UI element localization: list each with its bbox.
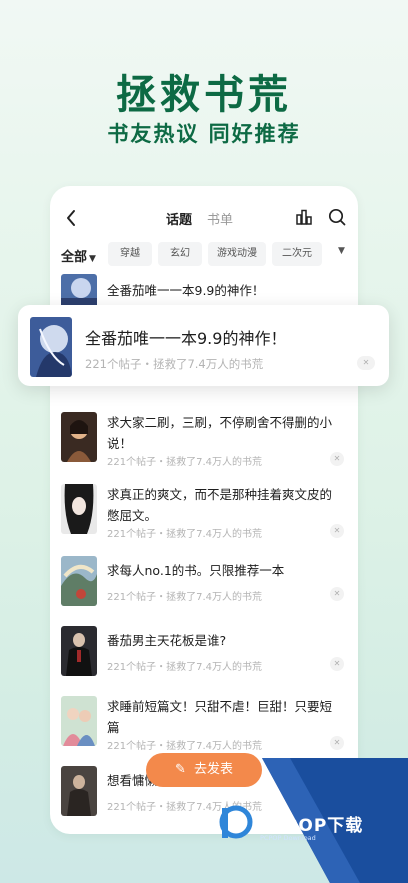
book-cover xyxy=(30,317,72,377)
tab-booklists[interactable]: 书单 xyxy=(207,209,233,228)
topic-item[interactable]: 求睡前短篇文！只甜不虐！巨甜！只要短篇 221个帖子・拯救了7.4万人的书荒 ✕ xyxy=(50,694,358,756)
chip-game-anime[interactable]: 游戏动漫 xyxy=(208,242,266,266)
chevron-down-icon: ▼ xyxy=(89,254,96,264)
topic-item[interactable]: 番茄男主天花板是谁? 221个帖子・拯救了7.4万人的书荒 ✕ xyxy=(50,624,358,686)
topic-meta: 221个帖子・拯救了7.4万人的书荒 xyxy=(107,662,262,673)
close-icon[interactable]: ✕ xyxy=(330,587,344,601)
top-bar: 话题 书单 xyxy=(50,186,358,248)
watermark-tagline: PCPOP Download xyxy=(260,834,316,842)
ranking-icon[interactable] xyxy=(296,209,312,225)
topic-title: 全番茄唯一一本9.9的神作！ xyxy=(107,283,265,298)
close-icon[interactable]: ✕ xyxy=(330,452,344,466)
featured-topic-meta: 221个帖子・拯救了7.4万人的书荒 xyxy=(85,357,264,371)
topic-meta: 221个帖子・拯救了7.4万人的书荒 xyxy=(107,529,262,540)
topic-title: 求每人no.1的书。只限推荐一本 xyxy=(107,563,285,578)
category-filter: 全部 ▼ 穿越 玄幻 游戏动漫 二次元 ▼ xyxy=(50,242,358,270)
chip-xuanhuan[interactable]: 玄幻 xyxy=(158,242,202,266)
close-icon[interactable]: ✕ xyxy=(330,657,344,671)
close-icon[interactable]: ✕ xyxy=(330,797,344,811)
back-arrow-icon[interactable] xyxy=(64,208,78,228)
filter-all-dropdown[interactable]: 全部 ▼ xyxy=(61,246,96,265)
pen-icon: ✎ xyxy=(175,762,186,777)
book-cover xyxy=(61,556,97,606)
featured-topic-title: 全番茄唯一一本9.9的神作！ xyxy=(85,329,287,348)
book-cover xyxy=(61,766,97,816)
chip-chuanyue[interactable]: 穿越 xyxy=(108,242,152,266)
featured-topic-card[interactable]: 全番茄唯一一本9.9的神作！ 221个帖子・拯救了7.4万人的书荒 ✕ xyxy=(18,305,389,386)
book-cover xyxy=(61,626,97,676)
book-cover xyxy=(61,696,97,746)
topic-item[interactable]: 求每人no.1的书。只限推荐一本 221个帖子・拯救了7.4万人的书荒 ✕ xyxy=(50,554,358,616)
close-icon[interactable]: ✕ xyxy=(357,356,375,370)
topic-meta: 221个帖子・拯救了7.4万人的书荒 xyxy=(107,592,262,603)
close-icon[interactable]: ✕ xyxy=(330,736,344,750)
book-cover xyxy=(61,484,97,534)
topic-meta: 221个帖子・拯救了7.4万人的书荒 xyxy=(107,802,262,813)
book-cover xyxy=(61,412,97,462)
search-icon[interactable] xyxy=(328,208,346,226)
topic-meta: 221个帖子・拯救了7.4万人的书荒 xyxy=(107,741,262,752)
topic-title: 求大家二刷，三刷，不停刷舍不得删的小说！ xyxy=(107,415,333,451)
post-button-label: 去发表 xyxy=(193,762,233,777)
topic-panel: 话题 书单 全部 ▼ 穿越 玄幻 游戏动漫 二次元 ▼ 全番茄唯一一本9.9的神作… xyxy=(50,186,358,834)
filter-all-label: 全部 xyxy=(61,250,88,265)
post-button[interactable]: ✎ 去发表 xyxy=(146,753,262,787)
close-icon[interactable]: ✕ xyxy=(330,524,344,538)
tab-topics[interactable]: 话题 xyxy=(166,209,192,228)
topic-title: 番茄男主天花板是谁? xyxy=(107,633,227,648)
topic-meta: 221个帖子・拯救了7.4万人的书荒 xyxy=(107,457,262,468)
more-categories-icon[interactable]: ▼ xyxy=(338,246,345,256)
topic-item[interactable]: 求真正的爽文，而不是那种挂着爽文皮的憋屈文。 221个帖子・拯救了7.4万人的书… xyxy=(50,482,358,544)
watermark-brand: PCPOP下载 xyxy=(258,816,364,836)
topic-title: 求睡前短篇文！只甜不虐！巨甜！只要短篇 xyxy=(107,699,333,735)
topic-item[interactable]: 求大家二刷，三刷，不停刷舍不得删的小说！ 221个帖子・拯救了7.4万人的书荒 … xyxy=(50,410,358,472)
chip-acg[interactable]: 二次元 xyxy=(272,242,322,266)
hero-subtitle: 书友热议 同好推荐 xyxy=(107,122,301,146)
hero-title: 拯救书荒 xyxy=(116,72,292,118)
topic-title: 求真正的爽文，而不是那种挂着爽文皮的憋屈文。 xyxy=(107,487,333,523)
